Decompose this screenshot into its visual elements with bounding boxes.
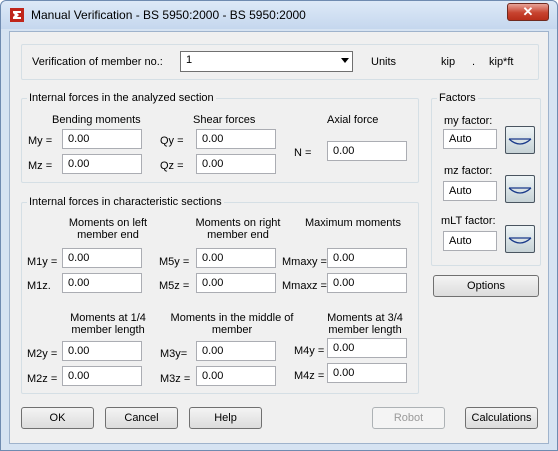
moment-diagram-icon xyxy=(508,237,532,244)
right-end-header: Moments on right member end xyxy=(195,217,281,241)
three-quarter-length-header: Moments at 3/4 member length xyxy=(327,312,403,336)
units-label: Units xyxy=(371,56,397,68)
factors-title: Factors xyxy=(437,92,478,104)
mz-factor-diagram-button[interactable] xyxy=(505,175,535,203)
m5y-label: M5y = xyxy=(159,256,190,268)
my-factor-label: my factor: xyxy=(444,115,493,127)
member-select-value: 1 xyxy=(186,54,193,66)
ok-button[interactable]: OK xyxy=(21,407,94,429)
window-title: Manual Verification - BS 5950:2000 - BS … xyxy=(31,8,306,22)
close-button[interactable]: ✕ xyxy=(507,3,549,21)
dialog-body: Verification of member no.: 1 Units kip … xyxy=(9,31,549,444)
characteristic-sections-title: Internal forces in characteristic sectio… xyxy=(27,196,224,208)
qz-label: Qz = xyxy=(160,160,184,172)
m3z-input[interactable]: 0.00 xyxy=(196,366,276,386)
mmaxz-label: Mmaxz = xyxy=(282,280,327,292)
moment-diagram-icon xyxy=(508,187,532,194)
help-button[interactable]: Help xyxy=(189,407,262,429)
member-label: Verification of member no.: xyxy=(32,56,163,68)
mz-label: Mz = xyxy=(28,160,53,172)
m5z-label: M5z = xyxy=(159,280,190,292)
unit-separator: . xyxy=(472,56,476,68)
qy-label: Qy = xyxy=(160,135,184,147)
dialog-window: Manual Verification - BS 5950:2000 - BS … xyxy=(0,0,558,451)
m5z-input[interactable]: 0.00 xyxy=(196,273,276,293)
m4y-label: M4y = xyxy=(294,345,325,357)
m1y-label: M1y = xyxy=(27,256,58,268)
options-button[interactable]: Options xyxy=(433,275,539,297)
mz-factor-input[interactable]: Auto xyxy=(443,181,497,201)
quarter-length-header: Moments at 1/4 member length xyxy=(70,312,146,336)
m4z-label: M4z = xyxy=(294,370,325,382)
m2y-input[interactable]: 0.00 xyxy=(62,341,142,361)
moment-diagram-icon xyxy=(508,138,532,145)
my-label: My = xyxy=(28,135,53,147)
qy-input[interactable]: 0.00 xyxy=(196,129,276,149)
n-input[interactable]: 0.00 xyxy=(327,141,407,161)
m2z-input[interactable]: 0.00 xyxy=(62,366,142,386)
member-select[interactable]: 1 xyxy=(180,51,353,72)
unit-moment: kip*ft xyxy=(489,56,514,68)
maximum-moments-header: Maximum moments xyxy=(305,217,401,229)
m4z-input[interactable]: 0.00 xyxy=(327,363,407,383)
mlt-factor-input[interactable]: Auto xyxy=(443,231,497,251)
axial-force-header: Axial force xyxy=(327,114,379,126)
m3y-input[interactable]: 0.00 xyxy=(196,341,276,361)
analyzed-section-title: Internal forces in the analyzed section xyxy=(27,92,216,104)
m2y-label: M2y = xyxy=(27,348,58,360)
mmaxy-input[interactable]: 0.00 xyxy=(327,248,407,268)
my-factor-input[interactable]: Auto xyxy=(443,129,497,149)
middle-member-header: Moments in the middle of member xyxy=(170,312,294,336)
m2z-label: M2z = xyxy=(27,373,58,385)
mmaxy-label: Mmaxy = xyxy=(282,256,327,268)
left-end-header: Moments on left member end xyxy=(68,217,148,241)
bending-moments-header: Bending moments xyxy=(52,114,141,126)
m1z-label: M1z. xyxy=(27,280,51,292)
my-input[interactable]: 0.00 xyxy=(62,129,142,149)
mlt-factor-label: mLT factor: xyxy=(441,215,496,227)
unit-force: kip xyxy=(441,56,456,68)
shear-forces-header: Shear forces xyxy=(193,114,256,126)
m3z-label: M3z = xyxy=(160,373,191,385)
my-factor-diagram-button[interactable] xyxy=(505,126,535,154)
mlt-factor-diagram-button[interactable] xyxy=(505,225,535,253)
mz-factor-label: mz factor: xyxy=(444,165,493,177)
mz-input[interactable]: 0.00 xyxy=(62,154,142,174)
mmaxz-input[interactable]: 0.00 xyxy=(327,273,407,293)
calculations-button[interactable]: Calculations xyxy=(465,407,538,429)
app-logo-icon xyxy=(10,8,24,22)
robot-button[interactable]: Robot xyxy=(372,407,445,429)
m4y-input[interactable]: 0.00 xyxy=(327,338,407,358)
cancel-button[interactable]: Cancel xyxy=(105,407,178,429)
qz-input[interactable]: 0.00 xyxy=(196,154,276,174)
chevron-down-icon[interactable] xyxy=(341,58,349,63)
m1y-input[interactable]: 0.00 xyxy=(62,248,142,268)
m5y-input[interactable]: 0.00 xyxy=(196,248,276,268)
title-bar[interactable]: Manual Verification - BS 5950:2000 - BS … xyxy=(1,1,557,29)
m1z-input[interactable]: 0.00 xyxy=(62,273,142,293)
m3y-label: M3y= xyxy=(160,348,188,360)
n-label: N = xyxy=(294,147,312,159)
